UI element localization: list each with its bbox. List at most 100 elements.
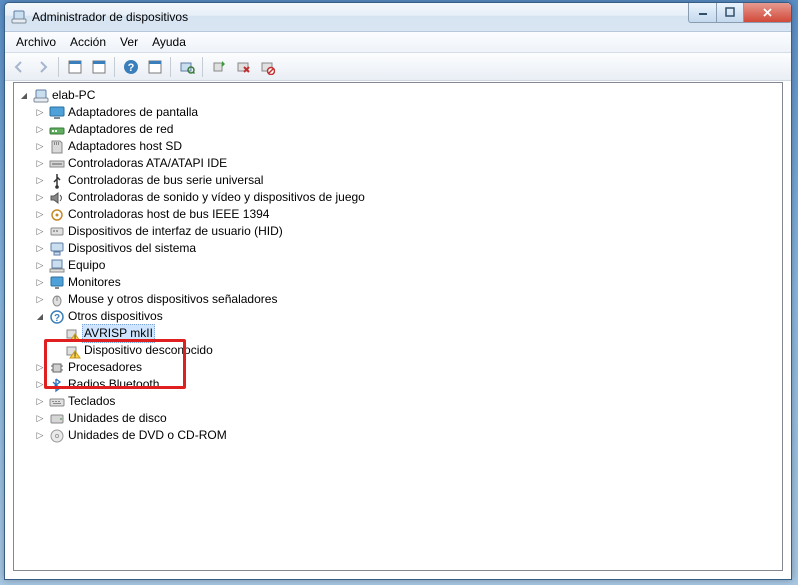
expand-toggle[interactable]: [32, 292, 48, 308]
display-icon: [49, 105, 65, 121]
tree-node-label[interactable]: Dispositivo desconocido: [84, 342, 213, 359]
expand-toggle[interactable]: [48, 326, 64, 342]
scan-hardware-button[interactable]: [175, 55, 198, 78]
tree-node[interactable]: Dispositivos del sistema: [32, 240, 780, 257]
menu-file[interactable]: Archivo: [9, 33, 63, 51]
update-driver-button[interactable]: [207, 55, 230, 78]
expand-toggle[interactable]: [32, 275, 48, 291]
expand-toggle[interactable]: [32, 394, 48, 410]
expand-toggle[interactable]: [32, 428, 48, 444]
expand-toggle[interactable]: [32, 122, 48, 138]
tree-node[interactable]: Dispositivo desconocido: [48, 342, 780, 359]
tree-node-label[interactable]: Dispositivos del sistema: [68, 240, 196, 257]
tree-node[interactable]: Dispositivos de interfaz de usuario (HID…: [32, 223, 780, 240]
window-title: Administrador de dispositivos: [32, 10, 688, 24]
other-icon: [49, 309, 65, 325]
expand-toggle[interactable]: [32, 139, 48, 155]
tree-node-label[interactable]: Monitores: [68, 274, 121, 291]
expand-toggle[interactable]: [32, 258, 48, 274]
back-button[interactable]: [7, 55, 30, 78]
tree-node[interactable]: Adaptadores de red: [32, 121, 780, 138]
separator: [202, 57, 203, 77]
tree-node-label[interactable]: Controladoras host de bus IEEE 1394: [68, 206, 269, 223]
menu-help[interactable]: Ayuda: [145, 33, 193, 51]
close-button[interactable]: [744, 3, 792, 23]
action-button[interactable]: [143, 55, 166, 78]
tree-node-label[interactable]: Adaptadores de red: [68, 121, 173, 138]
tree-node-label[interactable]: Unidades de disco: [68, 410, 167, 427]
ieee-icon: [49, 207, 65, 223]
expand-toggle[interactable]: [32, 156, 48, 172]
tree-node[interactable]: Unidades de DVD o CD-ROM: [32, 427, 780, 444]
properties-button[interactable]: [87, 55, 110, 78]
disable-button[interactable]: [255, 55, 278, 78]
expand-toggle[interactable]: [32, 241, 48, 257]
tree-node-label[interactable]: Equipo: [68, 257, 105, 274]
tree-node[interactable]: AVRISP mkII: [48, 325, 780, 342]
expand-toggle[interactable]: [32, 207, 48, 223]
tree-node[interactable]: Monitores: [32, 274, 780, 291]
menu-action[interactable]: Acción: [63, 33, 113, 51]
device-tree: elab-PCAdaptadores de pantallaAdaptadore…: [16, 87, 780, 444]
bt-icon: [49, 377, 65, 393]
tree-node[interactable]: Otros dispositivos: [32, 308, 780, 325]
tree-node[interactable]: Equipo: [32, 257, 780, 274]
expand-toggle[interactable]: [32, 105, 48, 121]
expand-toggle[interactable]: [48, 343, 64, 359]
expand-toggle[interactable]: [32, 190, 48, 206]
tree-node-label[interactable]: Dispositivos de interfaz de usuario (HID…: [68, 223, 283, 240]
tree-node-label[interactable]: Procesadores: [68, 359, 142, 376]
expand-toggle[interactable]: [32, 377, 48, 393]
app-icon: [11, 9, 27, 25]
menubar: Archivo Acción Ver Ayuda: [5, 32, 791, 53]
tree-pane[interactable]: elab-PCAdaptadores de pantallaAdaptadore…: [13, 82, 783, 571]
tree-node-label[interactable]: Adaptadores host SD: [68, 138, 182, 155]
tree-node[interactable]: Procesadores: [32, 359, 780, 376]
uninstall-button[interactable]: [231, 55, 254, 78]
warn-icon: [65, 326, 81, 342]
forward-button[interactable]: [31, 55, 54, 78]
mon-icon: [49, 275, 65, 291]
tree-node-label[interactable]: AVRISP mkII: [82, 324, 155, 343]
sys-icon: [49, 241, 65, 257]
tree-node-label[interactable]: Controladoras ATA/ATAPI IDE: [68, 155, 227, 172]
tree-node[interactable]: Adaptadores de pantalla: [32, 104, 780, 121]
expand-toggle[interactable]: [16, 88, 32, 104]
net-icon: [49, 122, 65, 138]
tree-node[interactable]: Controladoras ATA/ATAPI IDE: [32, 155, 780, 172]
tree-node[interactable]: Controladoras de bus serie universal: [32, 172, 780, 189]
tree-node-label[interactable]: Controladoras de bus serie universal: [68, 172, 263, 189]
tree-node-label[interactable]: Controladoras de sonido y vídeo y dispos…: [68, 189, 365, 206]
tree-node-label[interactable]: Unidades de DVD o CD-ROM: [68, 427, 227, 444]
expand-toggle[interactable]: [32, 309, 48, 325]
tree-node[interactable]: Mouse y otros dispositivos señaladores: [32, 291, 780, 308]
tree-node[interactable]: Controladoras host de bus IEEE 1394: [32, 206, 780, 223]
pc-icon: [49, 258, 65, 274]
tree-node[interactable]: Teclados: [32, 393, 780, 410]
cpu-icon: [49, 360, 65, 376]
tree-node[interactable]: Controladoras de sonido y vídeo y dispos…: [32, 189, 780, 206]
help-button[interactable]: [119, 55, 142, 78]
titlebar: Administrador de dispositivos: [5, 3, 791, 32]
tree-node-label[interactable]: Mouse y otros dispositivos señaladores: [68, 291, 277, 308]
warn-icon: [65, 343, 81, 359]
expand-toggle[interactable]: [32, 360, 48, 376]
tree-node[interactable]: elab-PC: [16, 87, 780, 104]
tree-node[interactable]: Adaptadores host SD: [32, 138, 780, 155]
maximize-button[interactable]: [717, 3, 744, 23]
tree-node-label[interactable]: Otros dispositivos: [68, 308, 163, 325]
tree-node[interactable]: Unidades de disco: [32, 410, 780, 427]
minimize-button[interactable]: [688, 3, 717, 23]
tree-node-label[interactable]: Teclados: [68, 393, 115, 410]
tree-node-label[interactable]: Radios Bluetooth: [68, 376, 159, 393]
tree-node[interactable]: Radios Bluetooth: [32, 376, 780, 393]
expand-toggle[interactable]: [32, 224, 48, 240]
tree-node-label[interactable]: elab-PC: [52, 87, 95, 104]
expand-toggle[interactable]: [32, 411, 48, 427]
tree-node-label[interactable]: Adaptadores de pantalla: [68, 104, 198, 121]
menu-view[interactable]: Ver: [113, 33, 145, 51]
expand-toggle[interactable]: [32, 173, 48, 189]
sd-icon: [49, 139, 65, 155]
show-hide-tree-button[interactable]: [63, 55, 86, 78]
hid-icon: [49, 224, 65, 240]
